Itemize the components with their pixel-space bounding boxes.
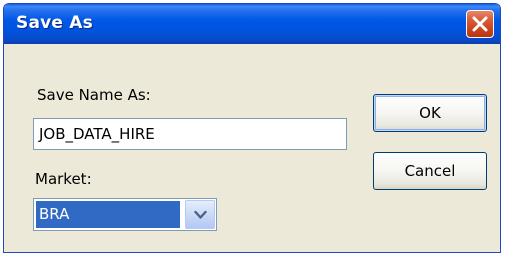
save-as-dialog: Save As Save Name As: JOB_DATA_HIRE Mark…: [3, 3, 501, 253]
market-selected-value: BRA: [36, 201, 180, 228]
title-bar[interactable]: Save As: [4, 4, 500, 44]
cancel-button[interactable]: Cancel: [373, 152, 487, 190]
close-button[interactable]: [466, 10, 494, 38]
save-name-input[interactable]: JOB_DATA_HIRE: [33, 118, 347, 150]
dialog-title: Save As: [16, 13, 93, 33]
page: Save As Save Name As: JOB_DATA_HIRE Mark…: [0, 0, 507, 256]
dropdown-button[interactable]: [185, 200, 215, 229]
save-name-label: Save Name As:: [37, 86, 151, 104]
dialog-body: Save Name As: JOB_DATA_HIRE Market: BRA …: [7, 44, 497, 252]
market-label: Market:: [35, 170, 92, 188]
ok-button[interactable]: OK: [373, 94, 487, 132]
market-select[interactable]: BRA: [33, 198, 217, 231]
